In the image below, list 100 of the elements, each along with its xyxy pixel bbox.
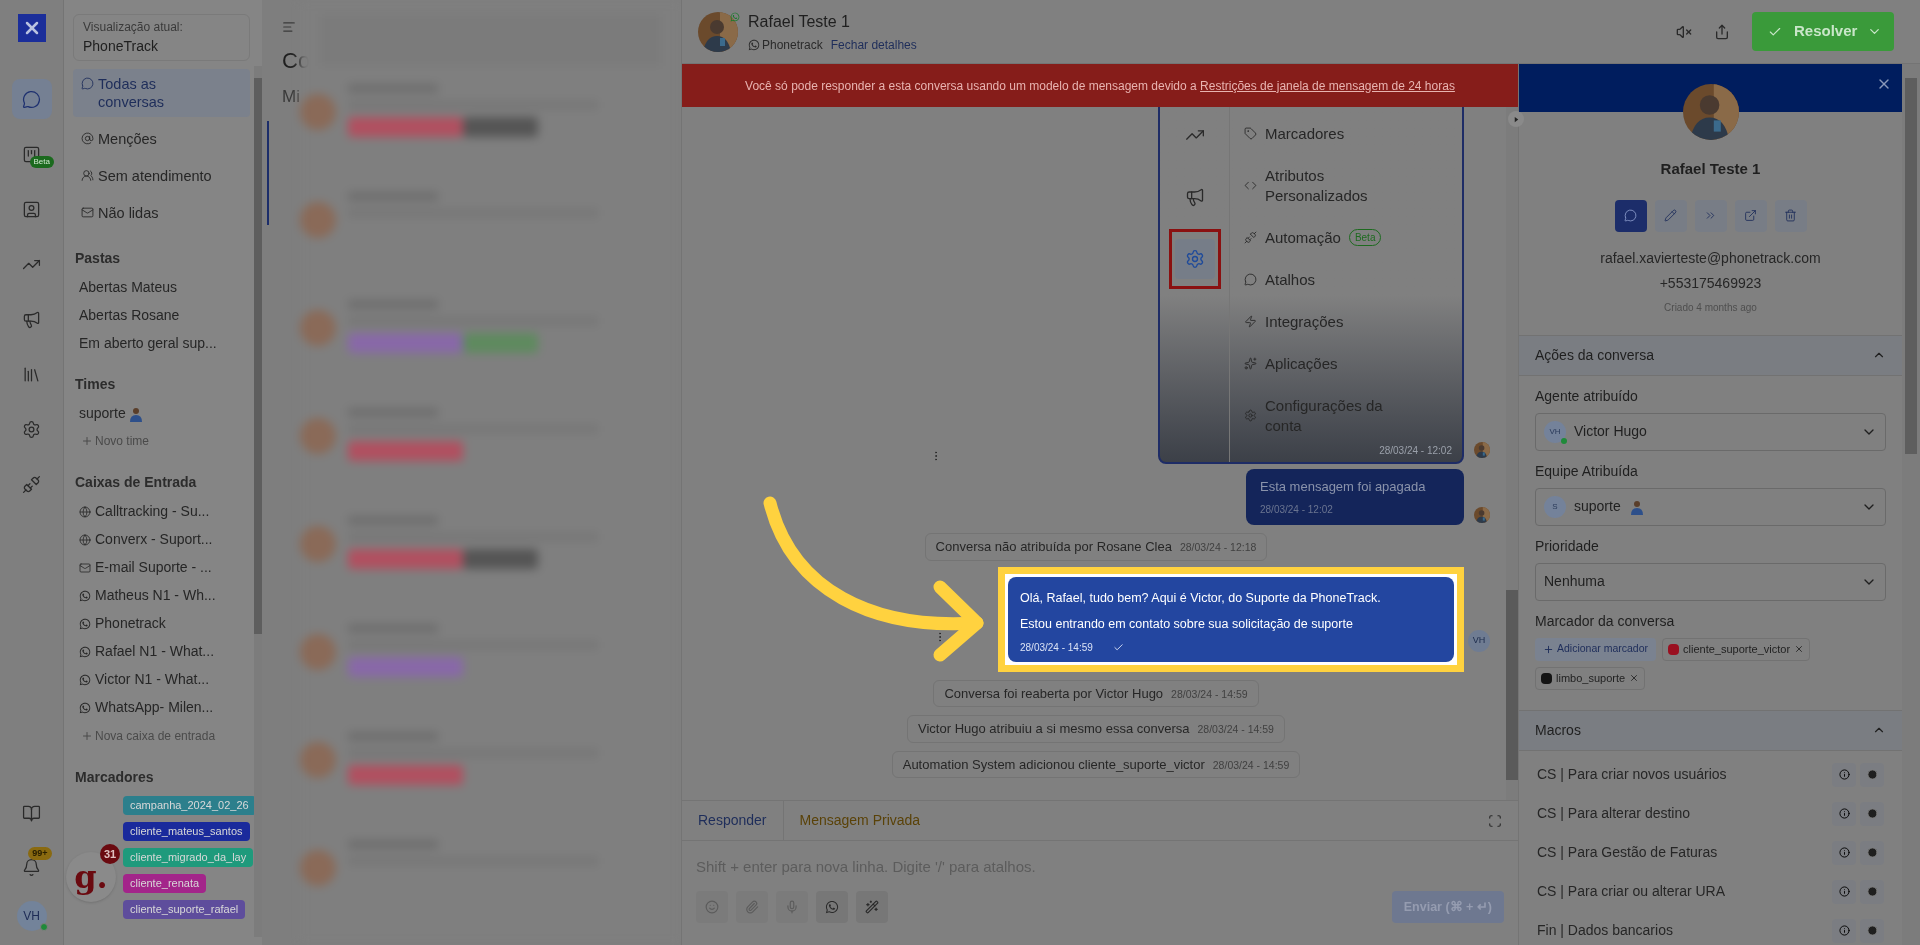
widget-logo: g.	[74, 861, 108, 893]
inbox-item[interactable]: Rafael N1 - What...	[79, 641, 244, 662]
chat-icon	[1624, 209, 1637, 222]
composer-tab[interactable]: Mensagem Privada	[783, 801, 937, 840]
contact-action-button[interactable]	[1734, 199, 1767, 232]
contact-action-button[interactable]	[1614, 199, 1647, 232]
inbox-item[interactable]: Converx - Suport...	[79, 529, 244, 550]
field-label: Agente atribuído	[1535, 386, 1639, 406]
plus-icon	[1543, 643, 1554, 655]
sidebar-item[interactable]: Não lidas	[73, 198, 250, 228]
section-header[interactable]: Ações da conversa	[1519, 334, 1902, 376]
scrollbar[interactable]	[254, 66, 262, 937]
select-field[interactable]: Nenhuma	[1535, 562, 1886, 601]
mic-icon	[785, 900, 799, 914]
contact-action-button[interactable]	[1774, 199, 1807, 232]
menu-item[interactable]: Atalhos	[1265, 269, 1316, 290]
folder-item[interactable]: Em aberto geral sup...	[79, 333, 244, 354]
add-link[interactable]: Novo time	[79, 430, 244, 452]
team-item[interactable]: suporte	[79, 403, 126, 424]
macro-info-button[interactable]	[1832, 762, 1856, 787]
composer-tool[interactable]	[856, 891, 888, 923]
menu-item[interactable]: Automação	[1265, 227, 1341, 248]
share-icon[interactable]	[1714, 23, 1730, 40]
section-header[interactable]: Macros	[1519, 709, 1902, 751]
inbox-item[interactable]: Victor N1 - What...	[79, 669, 244, 690]
restriction-link[interactable]: Restrições de janela de mensagem de 24 horas	[1200, 78, 1455, 93]
info-icon	[1838, 847, 1850, 858]
nav-button[interactable]: 99+	[11, 847, 52, 887]
caret-icon[interactable]	[1512, 115, 1520, 123]
paperclip-icon	[745, 900, 759, 914]
contact-action-button[interactable]	[1654, 199, 1687, 232]
inbox-item[interactable]: WhatsApp- Milen...	[79, 697, 244, 718]
close-details-link[interactable]: Fechar detalhes	[830, 35, 917, 54]
person-icon	[1628, 498, 1645, 515]
macro-info-button[interactable]	[1832, 840, 1856, 865]
scrollbar[interactable]	[1902, 64, 1920, 945]
macro-run-button[interactable]	[1860, 840, 1884, 865]
label-chip[interactable]: cliente_mateus_santos	[123, 822, 250, 841]
label-name: cliente_suporte_victor	[1683, 641, 1791, 657]
app-logo[interactable]	[17, 14, 46, 42]
inbox-item[interactable]: E-mail Suporte - ...	[79, 557, 244, 578]
label-chip[interactable]: cliente_suporte_rafael	[123, 900, 246, 919]
sidebar-item[interactable]: Sem atendimento	[73, 161, 250, 191]
message-text: Olá, Rafael, tudo bem? Aqui é Victor, do Suporte da PhoneTrack.	[1020, 589, 1382, 607]
nav-button[interactable]	[11, 79, 52, 119]
menu-item[interactable]: Atributos Personalizados	[1265, 165, 1415, 206]
whatsapp-icon	[79, 589, 91, 602]
message-time: 28/03/24 - 12:02	[1379, 443, 1452, 458]
sidebar-item[interactable]: Menções	[73, 124, 250, 154]
macro-run-button[interactable]	[1860, 879, 1884, 904]
info-icon	[1838, 886, 1850, 897]
remove-icon[interactable]	[1629, 673, 1640, 683]
whatsapp-icon	[825, 900, 839, 914]
composer-tab[interactable]: Responder	[682, 801, 784, 840]
inbox-item[interactable]: Matheus N1 - Wh...	[79, 585, 244, 606]
macro-run-button[interactable]	[1860, 801, 1884, 826]
add-link[interactable]: Nova caixa de entrada	[79, 725, 244, 747]
label-name: limbo_suporte	[1556, 670, 1626, 686]
macro-name[interactable]: CS | Para criar ou alterar URA	[1537, 881, 1726, 902]
macro-name[interactable]: CS | Para Gestão de Faturas	[1537, 842, 1718, 863]
current-view-card[interactable]: Visualização atual: PhoneTrack	[73, 14, 250, 61]
sidebar-item[interactable]: Todas as conversas	[73, 69, 250, 117]
composer-tool[interactable]	[816, 891, 848, 923]
menu-icon[interactable]	[282, 20, 296, 34]
macro-run-button[interactable]	[1860, 918, 1884, 943]
menu-item[interactable]: Aplicações	[1265, 353, 1338, 374]
activity-time: 28/03/24 - 14:59	[1171, 686, 1248, 702]
macro-info-button[interactable]	[1832, 801, 1856, 826]
macro-name[interactable]: Fin | Dados bancarios	[1537, 920, 1673, 941]
macro-run-button[interactable]	[1860, 762, 1884, 787]
select-value: suporte	[1574, 497, 1621, 516]
select-field[interactable]: VH Victor Hugo	[1535, 412, 1886, 451]
remove-icon[interactable]	[1794, 644, 1805, 654]
macro-info-button[interactable]	[1832, 918, 1856, 943]
section-heading: Marcadores	[74, 768, 155, 787]
tag-icon	[1244, 127, 1257, 140]
settings-icon	[1184, 248, 1205, 269]
contact-card-icon	[22, 199, 41, 219]
resolve-button[interactable]: Resolver	[1752, 12, 1894, 51]
user-avatar[interactable]: VH	[16, 901, 47, 931]
macro-name[interactable]: CS | Para criar novos usuários	[1537, 764, 1727, 785]
macro-name[interactable]: CS | Para alterar destino	[1537, 803, 1691, 824]
select-value: Victor Hugo	[1574, 422, 1647, 441]
inbox-item[interactable]: Calltracking - Su...	[79, 501, 244, 522]
scrollbar[interactable]	[1506, 107, 1518, 800]
whatsapp-icon	[79, 673, 91, 686]
mute-icon[interactable]	[1676, 23, 1692, 40]
add-label-button[interactable]: Adicionar marcador	[1535, 637, 1657, 661]
inbox-item[interactable]: Phonetrack	[79, 613, 244, 634]
label-chip[interactable]: cliente_renata	[123, 874, 207, 893]
folder-item[interactable]: Abertas Mateus	[79, 277, 244, 298]
initials-avatar: VH	[1544, 420, 1566, 443]
label-chip[interactable]: campanha_2024_02_26	[123, 796, 254, 815]
expand-icon[interactable]	[1488, 814, 1502, 828]
menu-item[interactable]: Marcadores	[1265, 123, 1345, 144]
macro-info-button[interactable]	[1832, 879, 1856, 904]
menu-nav-button[interactable]	[1168, 228, 1221, 289]
label-chip[interactable]: cliente_migrado_da_lay	[123, 848, 254, 867]
folder-item[interactable]: Abertas Rosane	[79, 305, 244, 326]
menu-item[interactable]: Integrações	[1265, 311, 1344, 332]
